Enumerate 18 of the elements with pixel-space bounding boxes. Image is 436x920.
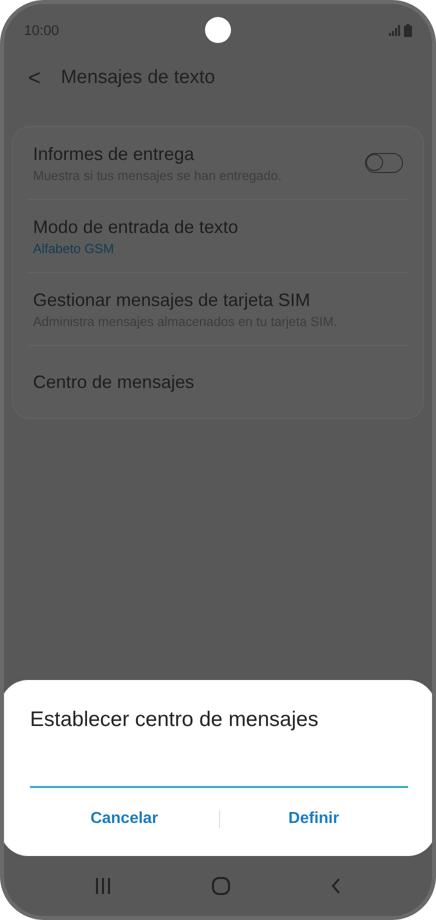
setting-title: Centro de mensajes bbox=[33, 372, 196, 392]
recent-apps-icon[interactable] bbox=[94, 878, 111, 894]
setting-value: Alfabeto GSM bbox=[33, 240, 115, 256]
back-icon[interactable] bbox=[331, 878, 342, 894]
dialog-button[interactable]: Definir bbox=[220, 798, 408, 840]
settings-item[interactable]: Modo de entrada de texto Alfabeto GSM bbox=[27, 200, 409, 273]
back-button[interactable]: < bbox=[24, 65, 45, 91]
dialog-button[interactable]: Cancelar bbox=[30, 798, 218, 840]
settings-item[interactable]: Centro de mensajes bbox=[27, 346, 409, 418]
setting-title: Informes de entrega bbox=[33, 144, 196, 164]
toggle-switch[interactable] bbox=[365, 153, 403, 173]
camera-hole-icon bbox=[205, 17, 231, 43]
setting-title: Modo de entrada de texto bbox=[33, 216, 240, 238]
setting-title: Gestionar mensajes de tarjeta SIM bbox=[33, 290, 312, 310]
battery-icon bbox=[404, 24, 412, 36]
dialog-title: Establecer centro de mensajes bbox=[30, 708, 320, 732]
home-icon[interactable] bbox=[212, 877, 230, 895]
signal-icon bbox=[389, 24, 401, 36]
